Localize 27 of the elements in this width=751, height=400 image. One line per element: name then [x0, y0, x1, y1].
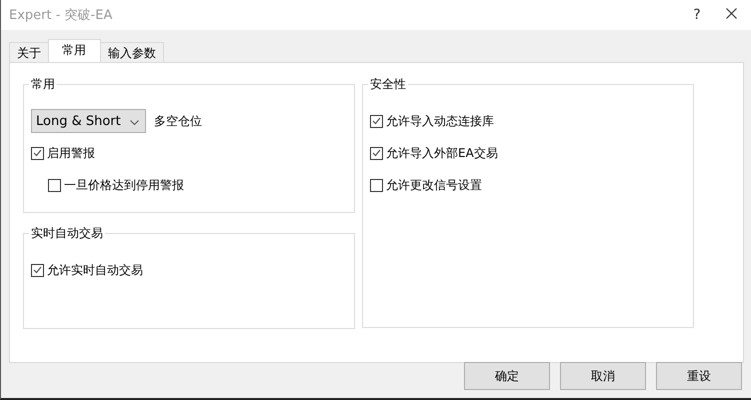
help-button[interactable]: ? — [674, 7, 720, 23]
checkbox[interactable] — [31, 146, 44, 160]
checkbox-label[interactable]: 允许实时自动交易 — [47, 262, 143, 278]
tab[interactable]: 关于 — [9, 42, 49, 62]
group-title: 常用 — [29, 76, 57, 92]
position-dropdown[interactable]: Long & Short — [31, 109, 146, 133]
close-icon[interactable] — [726, 8, 737, 19]
dialog-button[interactable]: 重设 — [656, 362, 742, 390]
checkbox-label[interactable]: 允许更改信号设置 — [386, 176, 482, 194]
tab[interactable]: 输入参数 — [100, 42, 164, 62]
checkbox[interactable] — [370, 146, 383, 160]
checkbox[interactable] — [48, 178, 61, 192]
checkbox[interactable] — [31, 264, 44, 276]
position-label: 多空仓位 — [154, 112, 202, 130]
window-title: Expert - 突破-EA — [9, 7, 114, 24]
checkbox-label[interactable]: 启用警报 — [47, 144, 95, 162]
caret-icon — [130, 120, 139, 124]
checkbox-label[interactable]: 允许导入外部EA交易 — [386, 144, 498, 162]
group-title: 实时自动交易 — [29, 225, 105, 241]
checkbox-label[interactable]: 允许导入动态连接库 — [386, 112, 494, 130]
dialog-button[interactable]: 取消 — [560, 362, 646, 390]
tab[interactable]: 常用 — [48, 39, 101, 62]
checkbox[interactable] — [370, 178, 383, 192]
dialog-button[interactable]: 确定 — [464, 362, 550, 390]
group-title: 安全性 — [368, 76, 408, 92]
checkbox[interactable] — [370, 114, 383, 128]
checkbox-label[interactable]: 一旦价格达到停用警报 — [64, 176, 184, 194]
